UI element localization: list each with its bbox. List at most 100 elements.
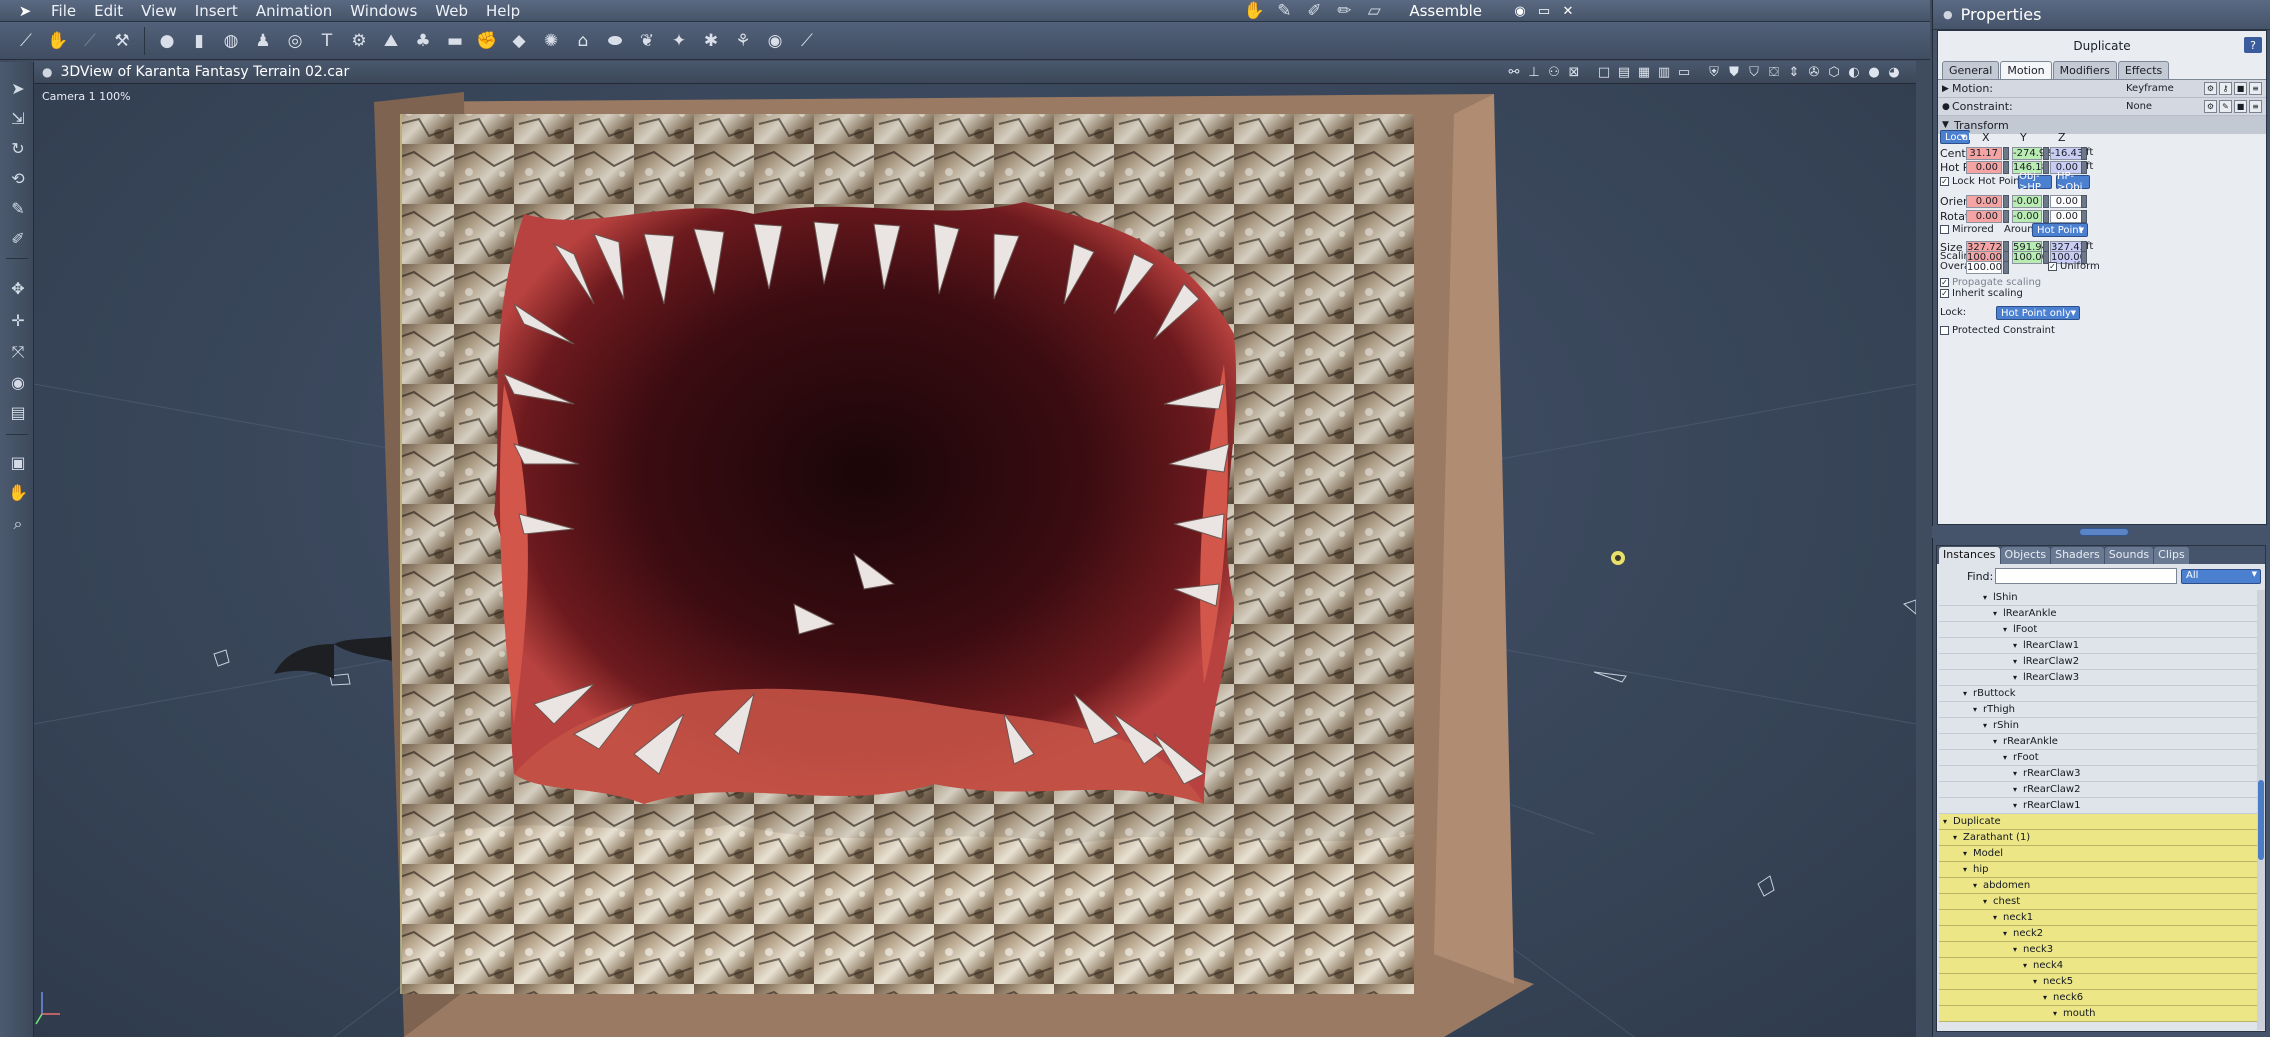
tree-row[interactable]: ▾ lRearClaw1 <box>1939 638 2257 654</box>
menu-help[interactable]: Help <box>477 0 529 22</box>
tree-expand-icon[interactable]: ▾ <box>1993 910 1997 926</box>
tree-row[interactable]: ▾ lFoot <box>1939 622 2257 638</box>
tree-row[interactable]: ▾ mouth <box>1939 1006 2257 1022</box>
twist-icon[interactable]: ⟲ <box>4 164 32 192</box>
skeleton-icon[interactable]: ⚘ <box>727 25 759 57</box>
triple-view-icon[interactable]: ▥ <box>1654 61 1674 84</box>
move-icon[interactable]: ✥ <box>4 274 32 302</box>
app-logo-icon[interactable]: ➤ <box>14 0 36 22</box>
rotation-z-field[interactable]: 0.00 <box>2050 210 2082 223</box>
tree-expand-icon[interactable]: ▾ <box>2013 654 2017 670</box>
blob-icon[interactable]: ✺ <box>535 25 567 57</box>
orient-x-spinner[interactable] <box>2003 195 2009 208</box>
shield-dots-icon[interactable]: ⛋ <box>1764 61 1784 84</box>
tree-expand-icon[interactable]: ▾ <box>2003 750 2007 766</box>
single-view-icon[interactable]: □ <box>1594 61 1614 84</box>
trackball-icon[interactable]: ◉ <box>4 368 32 396</box>
rotation-x-spinner[interactable] <box>2003 210 2009 223</box>
tree-expand-icon[interactable]: ▾ <box>1963 846 1967 862</box>
center-x-spinner[interactable] <box>2003 147 2009 160</box>
tree-expand-icon[interactable]: ▾ <box>2043 990 2047 1006</box>
tree-row[interactable]: ▾ neck4 <box>1939 958 2257 974</box>
gear-icon[interactable]: ⚙ <box>2204 100 2217 113</box>
close-window-icon[interactable]: ✕ <box>1556 0 1580 22</box>
leaf-icon[interactable]: ❦ <box>631 25 663 57</box>
group-icon[interactable]: ⚇ <box>1544 61 1564 84</box>
center-y-field[interactable]: -274.92 <box>2012 147 2052 160</box>
tree-expand-icon[interactable]: ▾ <box>1963 686 1967 702</box>
move-plane-icon[interactable]: ✛ <box>4 306 32 334</box>
mirrored-checkbox[interactable] <box>1940 225 1949 234</box>
tab-effects[interactable]: Effects <box>2117 61 2170 79</box>
tree-row[interactable]: ▾ Zarathant (1) <box>1939 830 2257 846</box>
tree-expand-icon[interactable]: ▾ <box>1953 830 1957 846</box>
tree-row[interactable]: ▾ rShin <box>1939 718 2257 734</box>
tree-row[interactable]: ▾ rRearAnkle <box>1939 734 2257 750</box>
tab-clips[interactable]: Clips <box>2154 547 2189 564</box>
tree-expand-icon[interactable]: ▾ <box>2013 766 2017 782</box>
menu-web[interactable]: Web <box>426 0 477 22</box>
light-icon[interactable]: ✦ <box>663 25 695 57</box>
panel-splitter[interactable] <box>1932 526 2270 538</box>
terrain-icon[interactable]: ⛰ <box>375 25 407 57</box>
house-icon[interactable]: ⌂ <box>567 25 599 57</box>
tree-expand-icon[interactable]: ▾ <box>1983 894 1987 910</box>
shield-gear-icon[interactable]: ⛉ <box>1744 61 1764 84</box>
3d-viewport[interactable]: Camera 1 100% <box>34 84 1916 1037</box>
tab-sounds[interactable]: Sounds <box>2104 547 2154 564</box>
orient-y-field[interactable]: -0.00 <box>2012 195 2042 208</box>
wand-dim-icon[interactable]: ⟋ <box>74 25 106 57</box>
half-sphere-icon[interactable]: ◐ <box>1844 61 1864 84</box>
camera-icon[interactable]: ▣ <box>4 448 32 476</box>
brush-icon[interactable]: ✐ <box>4 224 32 252</box>
scaling-y-field[interactable]: 100.00 <box>2012 251 2048 264</box>
tree-expand-icon[interactable]: ▾ <box>2003 926 2007 942</box>
expand-arrow-icon[interactable]: ▶ <box>1942 84 1952 94</box>
orient-z-spinner[interactable] <box>2081 195 2087 208</box>
hand-room-icon[interactable]: ✋ <box>1239 0 1269 22</box>
torus-primitive-icon[interactable]: ◎ <box>279 25 311 57</box>
rotation-y-spinner[interactable] <box>2043 210 2049 223</box>
hp-to-obj-button[interactable]: HP->Obj <box>2056 171 2090 193</box>
minimize-window-icon[interactable]: ▭ <box>1532 0 1556 22</box>
orient-y-spinner[interactable] <box>2043 195 2049 208</box>
storyboard-room-icon[interactable]: ▱ <box>1359 0 1389 22</box>
splitter-handle[interactable] <box>2079 528 2129 536</box>
tab-instances[interactable]: Instances <box>1939 547 2000 564</box>
rotate-icon[interactable]: ↻ <box>4 134 32 162</box>
arrows-icon[interactable]: ⇕ <box>1784 61 1804 84</box>
tree-scroll-thumb[interactable] <box>2258 780 2264 860</box>
inherit-scaling-checkbox[interactable]: ✓ <box>1940 289 1949 298</box>
overall-field[interactable]: 100.00 <box>1966 261 2002 274</box>
menu-edit[interactable]: Edit <box>85 0 132 22</box>
select-arrow-icon[interactable]: ➤ <box>4 74 32 102</box>
tree-row[interactable]: ▾ abdomen <box>1939 878 2257 894</box>
constraint-row[interactable]: ● Constraint: None ⚙ ✎ ■ ≡ <box>1938 98 2266 116</box>
menu-animation[interactable]: Animation <box>247 0 341 22</box>
viewport-close-icon[interactable]: ● <box>42 65 52 79</box>
sphere-primitive-icon[interactable]: ● <box>151 25 183 57</box>
link-icon[interactable]: ⚯ <box>1504 61 1524 84</box>
target-icon[interactable]: ◉ <box>759 25 791 57</box>
hand-object-icon[interactable]: ✊ <box>471 25 503 57</box>
shaded-sphere-icon[interactable]: ● <box>1864 61 1884 84</box>
propagate-scaling-checkbox[interactable]: ✓ <box>1940 278 1949 287</box>
hotpoint-x-spinner[interactable] <box>2003 161 2009 174</box>
center-x-field[interactable]: 31.17 <box>1966 147 2002 160</box>
tree-row[interactable]: ▾ Model <box>1939 846 2257 862</box>
lock-dropdown[interactable]: Hot Point only <box>1996 306 2080 320</box>
tree-row[interactable]: ▾ lRearClaw3 <box>1939 670 2257 686</box>
menu-insert[interactable]: Insert <box>186 0 247 22</box>
tree-row[interactable]: ▾ lRearClaw2 <box>1939 654 2257 670</box>
find-input[interactable] <box>1995 568 2177 584</box>
constraint-value[interactable]: None <box>2126 101 2152 112</box>
tree-expand-icon[interactable]: ▾ <box>1963 862 1967 878</box>
space-dropdown[interactable]: Local <box>1940 130 1971 144</box>
plane-icon[interactable]: ▬ <box>439 25 471 57</box>
shield-alt-icon[interactable]: ⛊ <box>1724 61 1744 84</box>
tree-expand-icon[interactable]: ▾ <box>1973 702 1977 718</box>
compass-icon[interactable]: ✇ <box>1804 61 1824 84</box>
lock-icon[interactable]: ■ <box>2234 82 2247 95</box>
rock-icon[interactable]: ⬬ <box>599 25 631 57</box>
tree-row[interactable]: ▾ neck6 <box>1939 990 2257 1006</box>
